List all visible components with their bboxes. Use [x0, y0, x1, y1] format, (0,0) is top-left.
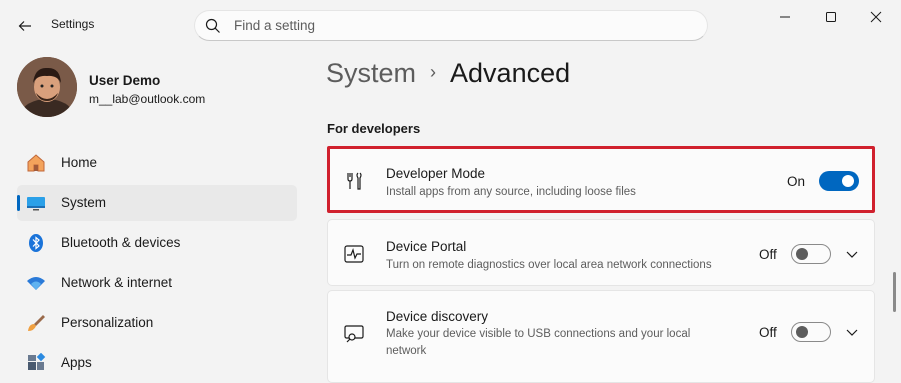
search-input[interactable]: Find a setting	[194, 10, 708, 41]
sidebar-item-label: Home	[61, 155, 98, 170]
section-heading: For developers	[327, 121, 421, 136]
setting-card-device-portal[interactable]: Device Portal Turn on remote diagnostics…	[327, 219, 875, 286]
apps-icon	[28, 353, 46, 370]
sidebar-item-home[interactable]: Home	[17, 145, 297, 181]
device-portal-toggle[interactable]	[791, 244, 831, 264]
close-button[interactable]	[853, 5, 899, 29]
page-title: Advanced	[450, 58, 571, 88]
scrollbar-thumb[interactable]	[893, 272, 896, 312]
brush-icon	[28, 315, 45, 331]
sidebar-item-label: Network & internet	[61, 275, 173, 290]
breadcrumb-parent[interactable]: System	[326, 58, 416, 88]
breadcrumb-separator: ›	[430, 62, 437, 82]
toggle-state-label: Off	[759, 247, 777, 262]
user-avatar-image	[17, 57, 77, 117]
setting-title: Device discovery	[386, 309, 489, 324]
developer-tools-icon	[347, 172, 362, 190]
sidebar-item-label: Apps	[61, 355, 92, 370]
sidebar-item-apps[interactable]: Apps	[17, 345, 297, 381]
developer-mode-toggle[interactable]	[819, 171, 859, 191]
home-icon	[27, 154, 45, 172]
sidebar-item-bluetooth[interactable]: Bluetooth & devices	[17, 225, 297, 261]
maximize-button[interactable]	[808, 5, 854, 29]
user-name: User Demo	[89, 73, 161, 88]
sidebar-item-label: Personalization	[61, 315, 154, 330]
device-discovery-toggle[interactable]	[791, 322, 831, 342]
setting-card-device-discovery[interactable]: Device discovery Make your device visibl…	[327, 290, 875, 383]
toggle-state-label: On	[787, 174, 806, 189]
setting-description: Turn on remote diagnostics over local ar…	[386, 259, 712, 271]
chevron-down-icon[interactable]	[844, 246, 860, 262]
sidebar-item-label: System	[61, 195, 107, 210]
title-bar: Settings Find a setting	[0, 0, 901, 50]
sidebar-item-label: Bluetooth & devices	[61, 235, 181, 250]
search-placeholder: Find a setting	[234, 18, 316, 33]
toggle-state-label: Off	[759, 325, 777, 340]
toggle-knob	[796, 248, 808, 260]
user-email: m__lab@outlook.com	[89, 92, 206, 106]
bluetooth-icon	[29, 234, 43, 252]
minimize-button[interactable]	[762, 5, 808, 29]
app-title: Settings	[51, 17, 95, 31]
setting-description: Make your device visible to USB connecti…	[386, 328, 691, 357]
toggle-knob	[796, 326, 808, 338]
close-icon	[870, 11, 882, 23]
pulse-icon	[344, 245, 364, 263]
setting-title: Developer Mode	[386, 166, 486, 181]
device-search-icon	[344, 325, 364, 343]
sidebar-item-personalization[interactable]: Personalization	[17, 305, 297, 341]
breadcrumb: System › Advanced	[326, 58, 570, 89]
minimize-icon	[780, 16, 790, 18]
sidebar-item-network[interactable]: Network & internet	[17, 265, 297, 301]
monitor-icon	[27, 197, 45, 211]
wifi-icon	[27, 277, 45, 290]
avatar[interactable]	[17, 57, 77, 117]
setting-card-developer-mode[interactable]: Developer Mode Install apps from any sou…	[327, 146, 875, 213]
maximize-icon	[826, 12, 836, 22]
back-arrow-icon	[18, 21, 31, 31]
toggle-knob	[842, 175, 854, 187]
chevron-down-icon[interactable]	[844, 324, 860, 340]
selection-indicator	[17, 195, 20, 211]
sidebar-item-system[interactable]: System	[17, 185, 297, 221]
search-icon	[205, 18, 220, 33]
setting-description: Install apps from any source, including …	[386, 186, 636, 198]
setting-title: Device Portal	[386, 239, 467, 254]
back-button[interactable]	[12, 13, 38, 39]
